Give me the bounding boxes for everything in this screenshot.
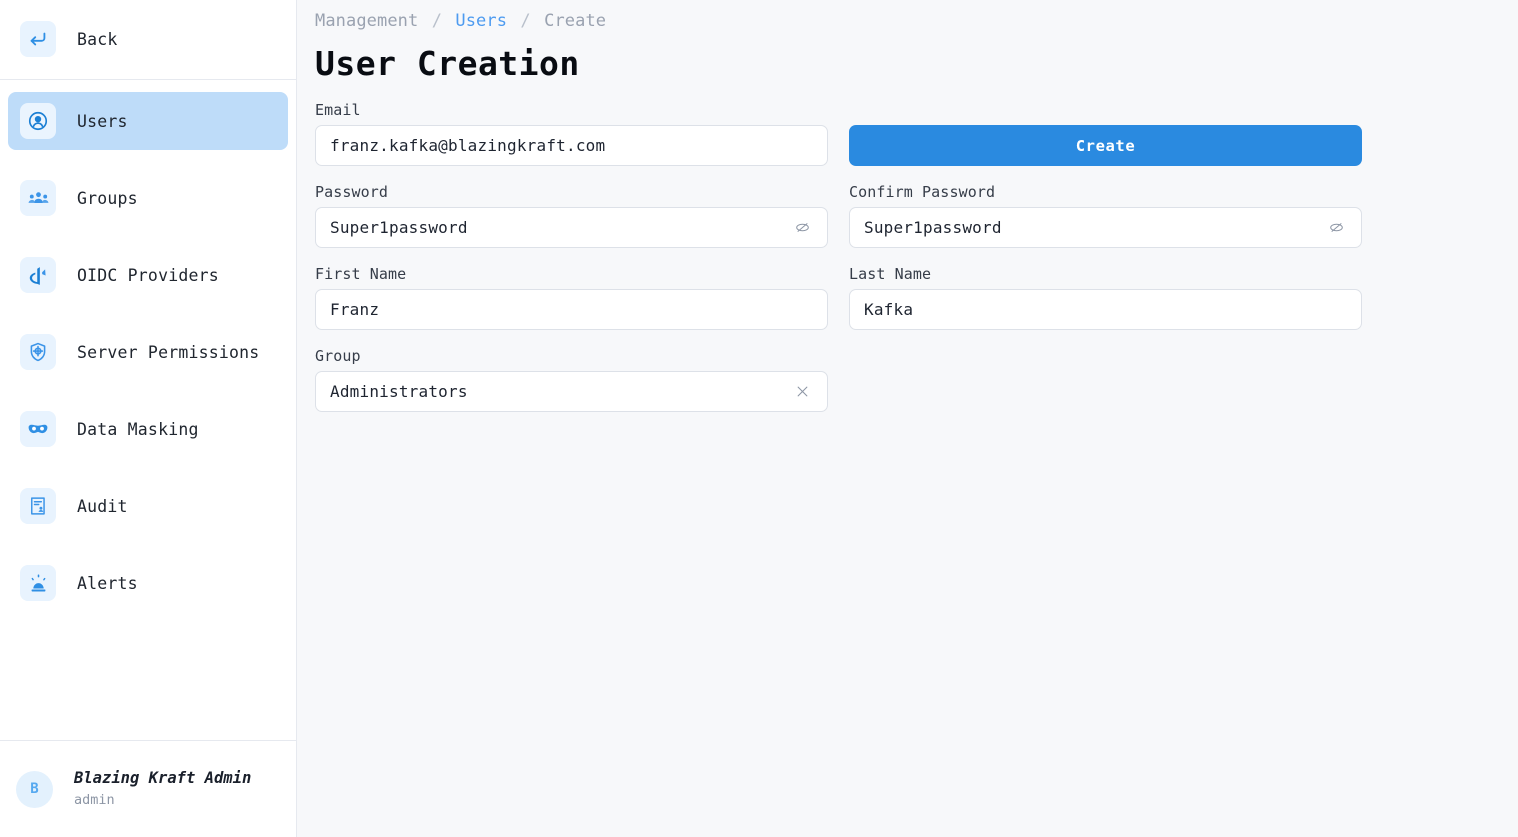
form-row-group: Group Administrators bbox=[315, 347, 1361, 412]
sidebar-item-label: Groups bbox=[77, 189, 138, 208]
sidebar-item-label: Users bbox=[77, 112, 128, 131]
form-row-names: First Name Franz Last Name Kafka bbox=[315, 265, 1361, 330]
password-input[interactable]: Super1password bbox=[315, 207, 828, 248]
group-select[interactable]: Administrators bbox=[315, 371, 828, 412]
email-label: Email bbox=[315, 101, 828, 119]
last-name-input[interactable]: Kafka bbox=[849, 289, 1362, 330]
first-name-label: First Name bbox=[315, 265, 828, 283]
sidebar-item-audit[interactable]: Audit bbox=[8, 477, 288, 535]
confirm-password-input[interactable]: Super1password bbox=[849, 207, 1362, 248]
page-title: User Creation bbox=[315, 44, 1518, 83]
confirm-password-value: Super1password bbox=[864, 218, 1002, 237]
field-first-name: First Name Franz bbox=[315, 265, 828, 330]
email-value: franz.kafka@blazingkraft.com bbox=[330, 136, 605, 155]
eye-off-icon[interactable] bbox=[1325, 217, 1347, 239]
last-name-label: Last Name bbox=[849, 265, 1362, 283]
first-name-value: Franz bbox=[330, 300, 379, 319]
clear-x-icon[interactable] bbox=[791, 381, 813, 403]
sidebar-item-label: Server Permissions bbox=[77, 343, 259, 362]
field-last-name: Last Name Kafka bbox=[849, 265, 1362, 330]
shield-icon bbox=[20, 334, 56, 370]
sidebar: Back Users bbox=[0, 0, 297, 837]
sidebar-item-label: Audit bbox=[77, 497, 128, 516]
breadcrumb: Management / Users / Create bbox=[315, 11, 1518, 31]
group-row-spacer bbox=[849, 347, 1362, 412]
sidebar-user-profile[interactable]: B Blazing Kraft Admin admin bbox=[0, 740, 296, 837]
password-label: Password bbox=[315, 183, 828, 201]
alarm-light-icon bbox=[20, 565, 56, 601]
group-value: Administrators bbox=[330, 382, 468, 401]
field-group: Group Administrators bbox=[315, 347, 828, 412]
first-name-input[interactable]: Franz bbox=[315, 289, 828, 330]
profile-text: Blazing Kraft Admin admin bbox=[74, 769, 251, 808]
app-root: Back Users bbox=[0, 0, 1518, 837]
sidebar-item-groups[interactable]: Groups bbox=[8, 169, 288, 227]
form-row-email: Email franz.kafka@blazingkraft.com Creat… bbox=[315, 101, 1361, 166]
users-group-icon bbox=[20, 180, 56, 216]
mask-icon bbox=[20, 411, 56, 447]
sidebar-item-back[interactable]: Back bbox=[8, 10, 288, 68]
sidebar-item-label: Alerts bbox=[77, 574, 138, 593]
sidebar-item-label: OIDC Providers bbox=[77, 266, 219, 285]
breadcrumb-root: Management bbox=[315, 11, 418, 31]
breadcrumb-separator: / bbox=[429, 11, 445, 31]
group-label: Group bbox=[315, 347, 828, 365]
create-button[interactable]: Create bbox=[849, 125, 1362, 166]
sidebar-nav-list: Users Groups bbox=[0, 80, 296, 740]
confirm-password-label: Confirm Password bbox=[849, 183, 1362, 201]
sidebar-item-server-permissions[interactable]: Server Permissions bbox=[8, 323, 288, 381]
user-creation-form: Email franz.kafka@blazingkraft.com Creat… bbox=[315, 101, 1361, 412]
sidebar-item-alerts[interactable]: Alerts bbox=[8, 554, 288, 612]
last-name-value: Kafka bbox=[864, 300, 913, 319]
email-input[interactable]: franz.kafka@blazingkraft.com bbox=[315, 125, 828, 166]
audit-document-icon bbox=[20, 488, 56, 524]
sidebar-item-data-masking[interactable]: Data Masking bbox=[8, 400, 288, 458]
avatar: B bbox=[16, 771, 53, 808]
breadcrumb-separator: / bbox=[517, 11, 533, 31]
field-password: Password Super1password bbox=[315, 183, 828, 248]
main-content: Management / Users / Create User Creatio… bbox=[297, 0, 1518, 837]
breadcrumb-link-users[interactable]: Users bbox=[455, 11, 507, 31]
user-circle-icon bbox=[20, 103, 56, 139]
password-value: Super1password bbox=[330, 218, 468, 237]
back-arrow-icon bbox=[20, 21, 56, 57]
openid-icon bbox=[20, 257, 56, 293]
form-row-passwords: Password Super1password Confirm Password bbox=[315, 183, 1361, 248]
field-email: Email franz.kafka@blazingkraft.com bbox=[315, 101, 828, 166]
sidebar-top-section: Back bbox=[0, 0, 296, 80]
breadcrumb-current: Create bbox=[544, 11, 606, 31]
profile-username: admin bbox=[74, 792, 251, 809]
create-button-holder: Create bbox=[849, 101, 1362, 166]
sidebar-item-label: Data Masking bbox=[77, 420, 199, 439]
sidebar-item-oidc-providers[interactable]: OIDC Providers bbox=[8, 246, 288, 304]
field-confirm-password: Confirm Password Super1password bbox=[849, 183, 1362, 248]
profile-name: Blazing Kraft Admin bbox=[74, 769, 251, 788]
sidebar-item-users[interactable]: Users bbox=[8, 92, 288, 150]
sidebar-item-label: Back bbox=[77, 30, 118, 49]
eye-off-icon[interactable] bbox=[791, 217, 813, 239]
